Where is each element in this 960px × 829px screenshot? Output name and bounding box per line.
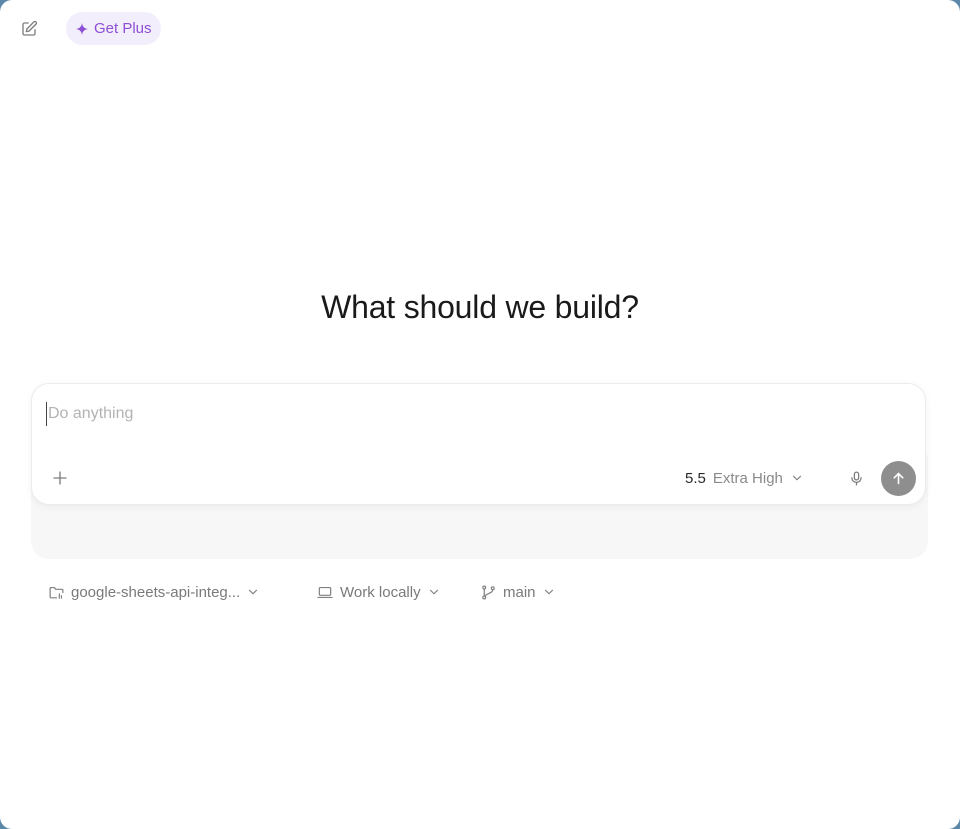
folder-icon	[48, 584, 65, 601]
composer-box: 5.5 Extra High	[31, 383, 926, 505]
arrow-up-icon	[890, 470, 907, 487]
laptop-icon	[316, 584, 334, 601]
prompt-input[interactable]	[46, 402, 906, 426]
environment-selector[interactable]: Work locally	[316, 581, 441, 603]
get-plus-label: Get Plus	[94, 20, 152, 37]
branch-selector[interactable]: main	[480, 581, 556, 603]
get-plus-button[interactable]: Get Plus	[66, 12, 161, 45]
add-attachment-button[interactable]	[48, 466, 72, 490]
page-title: What should we build?	[321, 289, 639, 325]
chevron-down-icon	[542, 585, 556, 599]
microphone-icon	[848, 470, 865, 487]
chevron-down-icon	[427, 585, 441, 599]
sparkle-icon	[75, 22, 89, 36]
top-bar: Get Plus	[0, 0, 960, 56]
edit-icon	[20, 20, 38, 38]
new-chat-button[interactable]	[14, 14, 44, 44]
branch-label: main	[503, 583, 536, 601]
environment-label: Work locally	[340, 583, 421, 601]
project-label: google-sheets-api-integ...	[71, 583, 241, 601]
plus-icon	[51, 469, 69, 487]
reasoning-effort: Extra High	[712, 469, 783, 487]
voice-input-button[interactable]	[844, 466, 868, 490]
chevron-down-icon	[790, 471, 804, 485]
chevron-down-icon	[246, 585, 260, 599]
model-selector[interactable]: 5.5 Extra High	[685, 467, 804, 489]
model-version: 5.5	[685, 469, 706, 487]
composer-area: google-sheets-api-integ... Work locally	[31, 383, 928, 601]
project-selector[interactable]: google-sheets-api-integ...	[48, 581, 260, 603]
app-window: Get Plus What should we build? google-sh…	[0, 0, 960, 829]
git-branch-icon	[480, 584, 497, 601]
send-button[interactable]	[881, 461, 916, 496]
